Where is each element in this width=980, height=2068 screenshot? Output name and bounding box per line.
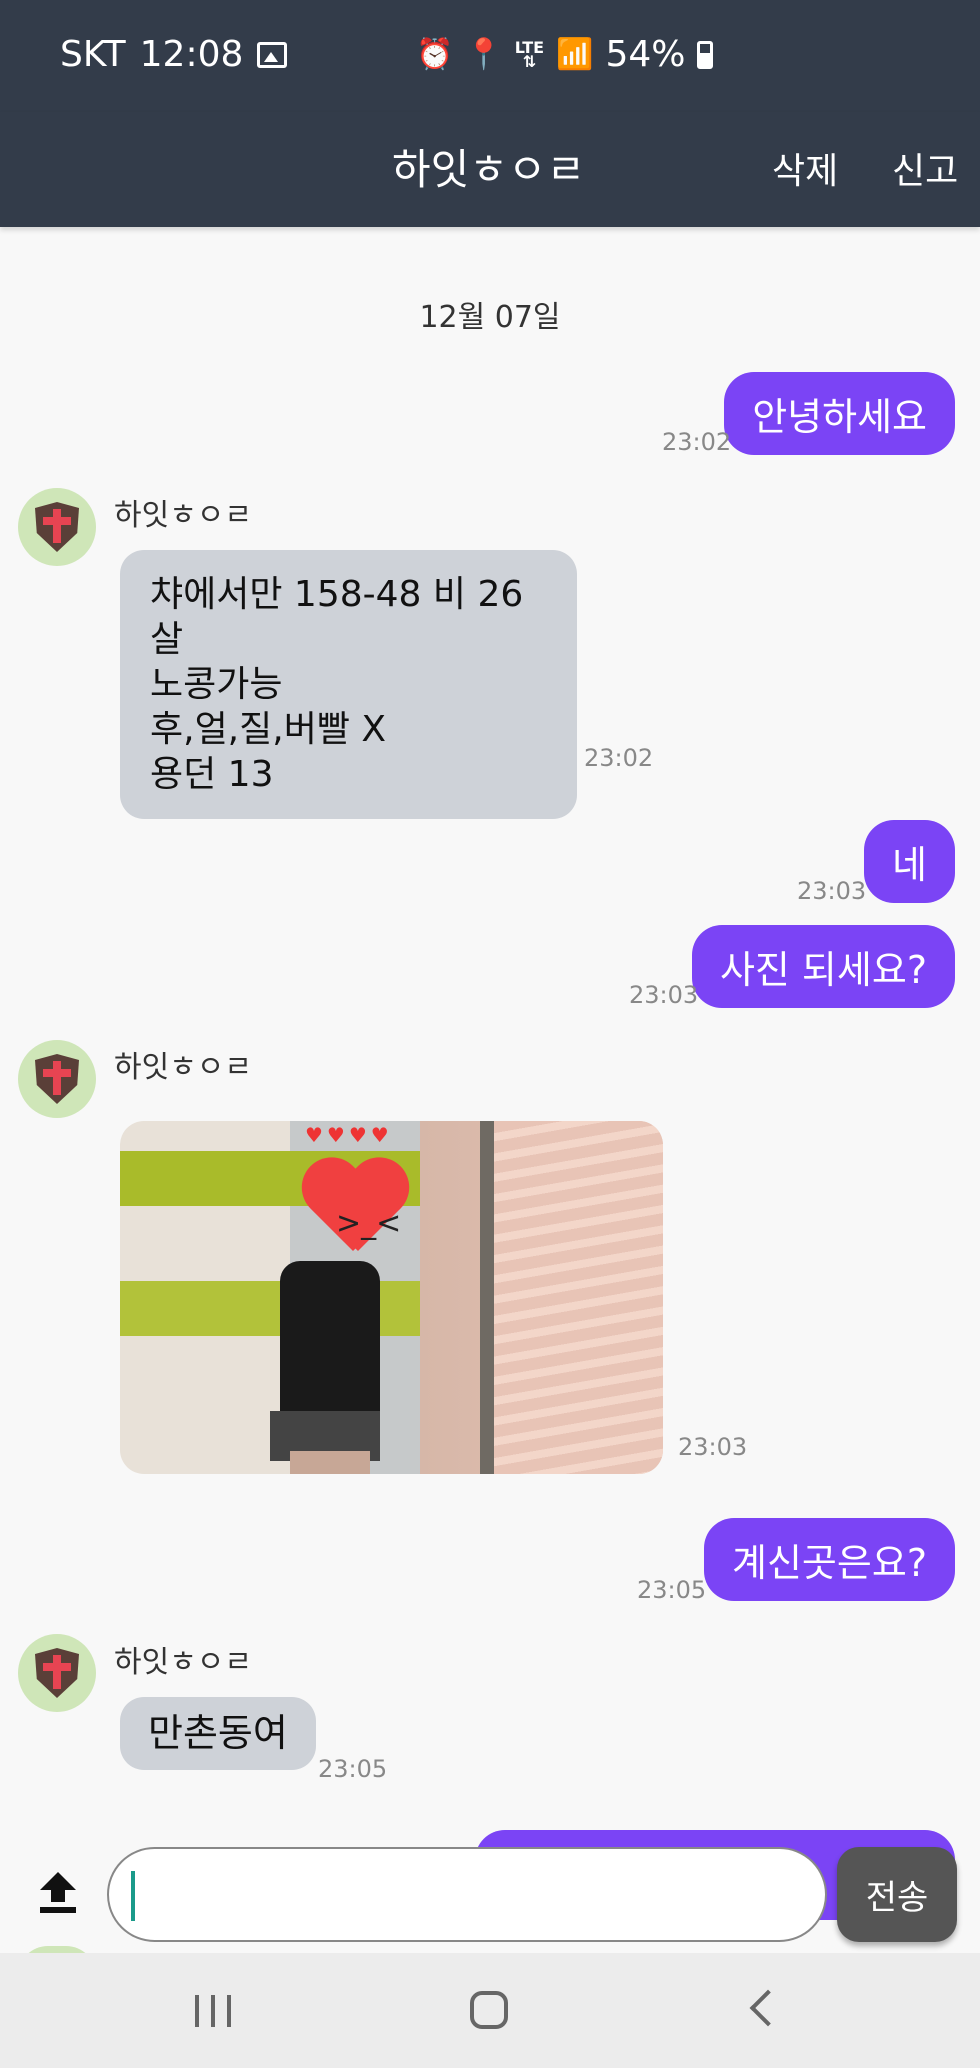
incoming-message: 챠에서만 158-48 비 26살 노콩가능 후,얼,질,버빨 X 용던 13: [120, 550, 577, 819]
navigation-bar: [0, 1953, 980, 2068]
outgoing-message: 안녕하세요: [724, 372, 955, 455]
shield-icon: [35, 1054, 79, 1104]
hearts-icon: ♥♥♥♥: [305, 1123, 393, 1147]
incoming-message: 만촌동여: [120, 1697, 316, 1770]
message-time: 23:05: [318, 1755, 388, 1783]
sender-name: 하잇ㅎㅇㄹ: [114, 498, 252, 533]
report-button[interactable]: 신고: [892, 142, 958, 194]
image-icon: [257, 41, 288, 68]
outgoing-message: 네: [864, 820, 955, 903]
clock: 12:08: [139, 34, 244, 75]
back-icon[interactable]: [749, 1989, 787, 2027]
smiley-icon: >_<: [336, 1206, 402, 1241]
message-time: 23:05: [637, 1576, 707, 1604]
shield-icon: [35, 502, 79, 552]
delete-button[interactable]: 삭제: [772, 142, 838, 194]
signal-icon: 📶: [556, 36, 594, 72]
message-time: 23:03: [797, 877, 867, 905]
carrier-label: SKT: [60, 34, 126, 75]
avatar[interactable]: [18, 488, 96, 566]
chat-title: 하잇ㅎㅇㄹ: [392, 145, 586, 194]
home-icon[interactable]: [470, 1991, 508, 2029]
location-icon: 📍: [465, 36, 503, 72]
sender-name: 하잇ㅎㅇㄹ: [114, 1050, 252, 1085]
outgoing-message: 사진 되세요?: [691, 925, 955, 1008]
avatar[interactable]: [18, 1634, 96, 1712]
send-button[interactable]: 전송: [837, 1847, 957, 1942]
sender-name: 하잇ㅎㅇㄹ: [114, 1645, 252, 1680]
avatar[interactable]: [18, 1040, 96, 1118]
battery-icon: [697, 40, 714, 69]
message-input[interactable]: [107, 1847, 827, 1942]
date-divider: 12월 07일: [419, 300, 561, 335]
battery-percent: 54%: [605, 34, 686, 75]
outgoing-message: 계신곳은요?: [704, 1518, 955, 1601]
photo-message[interactable]: ♥♥♥♥ >_<: [120, 1121, 663, 1474]
shield-icon: [35, 1648, 79, 1698]
message-time: 23:02: [662, 428, 732, 456]
recent-apps-icon[interactable]: [195, 1995, 231, 2027]
message-time: 23:03: [678, 1433, 748, 1461]
alarm-icon: ⏰: [416, 36, 454, 72]
message-time: 23:02: [584, 744, 654, 772]
text-cursor: [131, 1871, 135, 1921]
lte-icon: LTE ⇅: [514, 37, 545, 71]
status-bar: SKT 12:08 ⏰ 📍 LTE ⇅ 📶 54%: [0, 0, 980, 112]
chat-header: 하잇ㅎㅇㄹ 삭제 신고: [0, 112, 980, 227]
upload-icon[interactable]: [38, 1872, 78, 1916]
message-time: 23:03: [629, 981, 699, 1009]
